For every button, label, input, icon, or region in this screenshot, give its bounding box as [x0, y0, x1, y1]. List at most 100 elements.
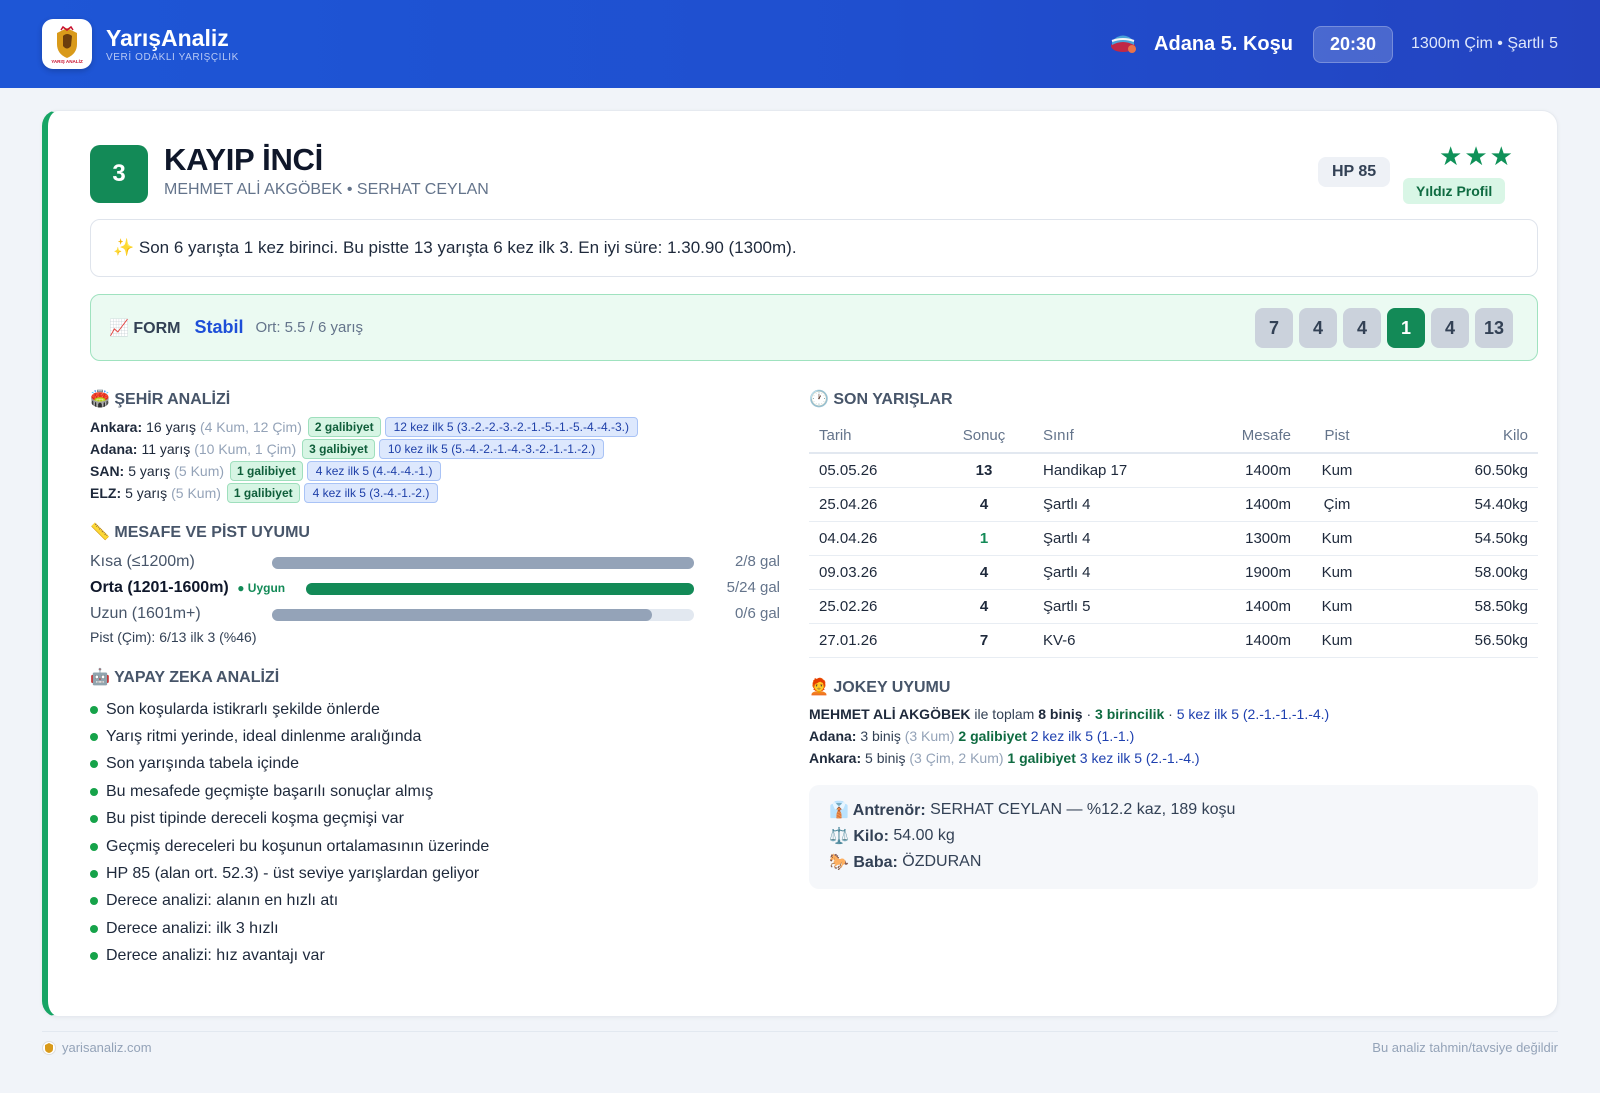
- city-row: Ankara: 16 yarış (4 Kum, 12 Çim) 2 galib…: [90, 417, 638, 437]
- horse-name: KAYIP İNCİ: [164, 142, 323, 177]
- jockey-trainer: MEHMET ALİ AKGÖBEK • SERHAT CEYLAN: [164, 181, 489, 198]
- brand-subtitle: VERİ ODAKLI YARIŞÇILIK: [106, 52, 239, 63]
- summary-box: ✨ Son 6 yarışta 1 kez birinci. Bu pistte…: [90, 219, 1538, 277]
- sire-row: 🐎 Baba: ÖZDURAN: [829, 849, 1518, 875]
- track-stat: Pist (Çim): 6/13 ilk 3 (%46): [90, 629, 257, 645]
- table-row: 25.02.26 4 Şartlı 5 1400m Kum 58.50kg: [809, 589, 1538, 624]
- separator: ·: [1168, 706, 1173, 722]
- table-cell: Kum: [1297, 623, 1377, 658]
- city-row: ELZ: 5 yarış (5 Kum) 1 galibiyet 4 kez i…: [90, 483, 439, 503]
- table-cell: Şartlı 4: [1031, 555, 1201, 590]
- bullet-icon: [90, 870, 98, 879]
- city-name: Adana:: [90, 441, 138, 457]
- distance-bar: [272, 609, 694, 621]
- form-result: 7: [1255, 308, 1293, 348]
- table-row: 25.04.26 4 Şartlı 4 1400m Çim 54.40kg: [809, 487, 1538, 522]
- sire-value: ÖZDURAN: [902, 853, 982, 870]
- city-name: Ankara:: [90, 419, 143, 435]
- weight-row: ⚖️ Kilo: 54.00 kg: [829, 823, 1518, 849]
- ai-item-text: Bu pist tipinde dereceli koşma geçmişi v…: [106, 810, 404, 828]
- form-average: Ort: 5.5 / 6 yarış: [255, 319, 364, 336]
- table-cell: Şartlı 5: [1031, 589, 1201, 624]
- sire-label: 🐎 Baba:: [829, 854, 898, 871]
- table-row: 09.03.26 4 Şartlı 4 1900m Kum 58.00kg: [809, 555, 1538, 590]
- jockey-city-row: Ankara: 5 biniş (3 Çim, 2 Kum) 1 galibiy…: [809, 750, 1200, 766]
- ai-list: Son koşularda istikrarlı şekilde önlerde…: [90, 696, 790, 970]
- list-item: Son yarışında tabela içinde: [90, 751, 790, 778]
- table-cell: 05.05.26: [809, 453, 937, 488]
- col-header: Mesafe: [1201, 419, 1297, 454]
- race-time: 20:30: [1312, 25, 1394, 63]
- footer-site[interactable]: yarisanaliz.com: [42, 1040, 152, 1055]
- table-cell: 1400m: [1201, 623, 1297, 658]
- city-races: 5 yarış: [128, 463, 171, 479]
- fit-badge-text: Uygun: [247, 581, 286, 595]
- bullet-icon: [90, 952, 98, 961]
- table-cell: Şartlı 4: [1031, 487, 1201, 522]
- bullet-icon: [90, 760, 98, 769]
- table-body: 05.05.26 13 Handikap 17 1400m Kum 60.50kg 25.0…: [809, 453, 1538, 658]
- jockey-top5: 2 kez ilk 5 (1.-1.): [1030, 728, 1135, 744]
- form-result: 4: [1299, 308, 1337, 348]
- race-name: Adana 5. Koşu: [1154, 32, 1293, 55]
- bullet-icon: [90, 815, 98, 824]
- city-name: Adana:: [809, 728, 857, 744]
- top5-badge: 4 kez ilk 5 (3.-4.-1.-2.): [303, 483, 439, 503]
- bullet-icon: [90, 897, 98, 906]
- table-cell: 13: [937, 453, 1031, 488]
- fit-badge: ● Uygun: [237, 581, 286, 595]
- list-item: Derece analizi: alanın en hızlı atı: [90, 888, 790, 915]
- col-header: Kilo: [1377, 419, 1538, 454]
- recent-races-title: 🕐 SON YARIŞLAR: [809, 391, 953, 408]
- summary-text: ✨ Son 6 yarışta 1 kez birinci. Bu pistte…: [113, 238, 797, 257]
- extra-info-box: 👔 Antrenör: SERHAT CEYLAN — %12.2 kaz, 1…: [809, 785, 1538, 889]
- ai-item-text: Son yarışında tabela içinde: [106, 755, 300, 773]
- star-profile-badge: Yıldız Profil: [1403, 178, 1506, 204]
- hp-badge: HP 85: [1318, 157, 1391, 187]
- city-races: 5 yarış: [125, 485, 168, 501]
- list-item: Geçmiş dereceleri bu koşunun ortalamasın…: [90, 833, 790, 860]
- footer-site-text: yarisanaliz.com: [62, 1040, 152, 1055]
- ai-item-text: Geçmiş dereceleri bu koşunun ortalamasın…: [106, 837, 490, 855]
- distance-value: 0/6 gal: [734, 605, 780, 622]
- table-cell: 1400m: [1201, 487, 1297, 522]
- list-item: Son koşularda istikrarlı şekilde önlerde: [90, 696, 790, 723]
- jockey-top5: 5 kez ilk 5 (2.-1.-1.-1.-4.): [1176, 706, 1330, 722]
- separator: ·: [1086, 706, 1092, 722]
- trainer-row: 👔 Antrenör: SERHAT CEYLAN — %12.2 kaz, 1…: [829, 797, 1518, 823]
- ai-item-text: HP 85 (alan ort. 52.3) - üst seviye yarı…: [106, 865, 480, 883]
- distance-label: Orta (1201-1600m): [90, 579, 229, 596]
- jockey-total: 8 biniş: [1038, 706, 1083, 722]
- table-cell: 4: [937, 555, 1031, 590]
- trainer-value: SERHAT CEYLAN — %12.2 kaz, 189 koşu: [930, 801, 1236, 818]
- list-item: Derece analizi: ilk 3 hızlı: [90, 915, 790, 942]
- table-row: 27.01.26 7 KV-6 1400m Kum 56.50kg: [809, 623, 1538, 658]
- jockey-name: MEHMET ALİ AKGÖBEK: [809, 706, 971, 722]
- ai-item-text: Son koşularda istikrarlı şekilde önlerde: [106, 700, 380, 718]
- top5-badge: 4 kez ilk 5 (4.-4.-4.-1.): [306, 461, 442, 481]
- table-cell: 54.50kg: [1377, 521, 1538, 556]
- ai-item-text: Derece analizi: alanın en hızlı atı: [106, 892, 339, 910]
- ai-item-text: Bu mesafede geçmişte başarılı sonuçlar a…: [106, 782, 434, 800]
- table-cell: Kum: [1297, 555, 1377, 590]
- table-cell: Kum: [1297, 453, 1377, 488]
- city-name: SAN:: [90, 463, 125, 479]
- table-cell: 4: [937, 589, 1031, 624]
- table-cell: 1400m: [1201, 453, 1297, 488]
- form-results: 7 4 4 1 4 13: [1255, 308, 1513, 348]
- brand[interactable]: YARIŞ ANALİZ YarışAnaliz VERİ ODAKLI YAR…: [42, 19, 239, 69]
- form-label: 📈 FORM: [109, 319, 181, 337]
- table-cell: Şartlı 4: [1031, 521, 1201, 556]
- city-analysis-title: 🏟️ ŞEHİR ANALİZİ: [90, 391, 231, 408]
- wins-badge: 2 galibiyet: [307, 417, 381, 437]
- jockey-detail: (3 Çim, 2 Kum): [909, 750, 1004, 766]
- city-row: SAN: 5 yarış (5 Kum) 1 galibiyet 4 kez i…: [90, 461, 442, 481]
- ai-item-text: Derece analizi: hız avantajı var: [106, 947, 325, 965]
- distance-title: 📏 MESAFE VE PİST UYUMU: [90, 524, 310, 541]
- distance-bar: [272, 557, 694, 569]
- city-races: 11 yarış: [141, 441, 191, 457]
- race-details: 1300m Çim • Şartlı 5: [1411, 35, 1558, 52]
- city-row: Adana: 11 yarış (10 Kum, 1 Çim) 3 galibi…: [90, 439, 605, 459]
- table-cell: 27.01.26: [809, 623, 937, 658]
- footer-disclaimer: Bu analiz tahmin/tavsiye değildir: [1372, 1040, 1558, 1055]
